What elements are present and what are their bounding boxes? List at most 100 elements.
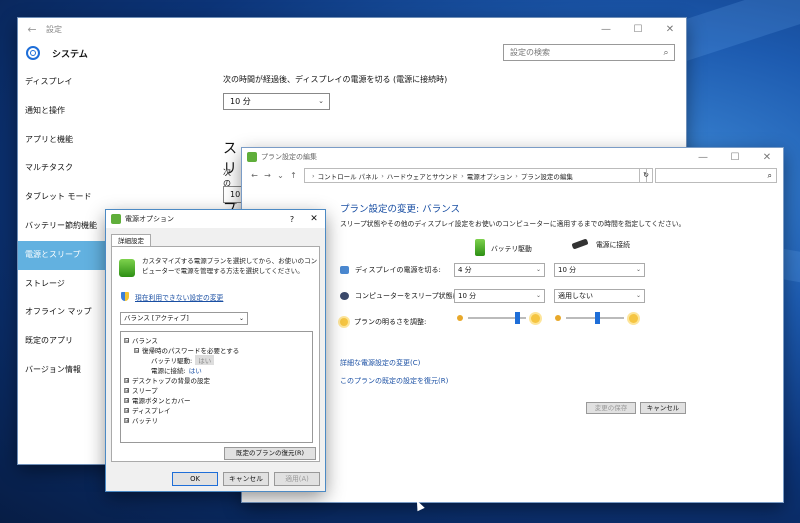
sleep-plugged-dropdown[interactable]: 適用しない ⌄	[554, 289, 645, 303]
brightness-plugged-slider[interactable]	[555, 311, 638, 325]
display-off-battery-dropdown[interactable]: 4 分 ⌄	[454, 263, 545, 277]
display-off-row: ディスプレイの電源を切る:	[340, 265, 441, 275]
settings-search[interactable]: ⌕	[503, 44, 675, 61]
sidebar-item-tablet-mode[interactable]: タブレット モード	[18, 183, 208, 212]
breadcrumb[interactable]: › コントロール パネル › ハードウェアとサウンド › 電源オプション › プ…	[304, 168, 647, 183]
sleep-battery-dropdown[interactable]: 10 分 ⌄	[454, 289, 545, 303]
refresh-icon[interactable]: ↻	[639, 168, 653, 183]
tree-node-label: バランス	[132, 337, 158, 345]
tree-node[interactable]: ⊞ ディスプレイ	[124, 405, 171, 415]
tree-value-link[interactable]: はい	[189, 365, 202, 375]
back-arrow-icon[interactable]: ←	[248, 171, 261, 180]
brightness-battery-slider[interactable]	[457, 311, 540, 325]
expand-icon[interactable]: ⊞	[124, 387, 129, 393]
chevron-down-icon: ⌄	[535, 292, 541, 299]
settings-window-title: 設定	[46, 24, 62, 34]
minimize-icon[interactable]: —	[687, 152, 719, 163]
tree-node-label: 電源ボタンとカバー	[132, 397, 191, 405]
control-panel-search[interactable]: ⌕	[655, 168, 777, 183]
sun-small-icon	[457, 315, 463, 321]
close-icon[interactable]: ✕	[654, 24, 686, 35]
search-input[interactable]	[504, 47, 658, 58]
tree-node[interactable]: ⊟ バランス	[124, 335, 158, 345]
tree-node[interactable]: ⊞ デスクトップの背景の設定	[124, 375, 210, 385]
plan-subtitle: スリープ状態やその他のディスプレイ設定をお使いのコンピューターに適用するまでの時…	[340, 220, 686, 228]
tree-node-label: デスクトップの背景の設定	[132, 377, 210, 385]
screen-off-dropdown[interactable]: 10 分 ⌄	[223, 93, 330, 110]
tree-node[interactable]: ⊞ 電源ボタンとカバー	[124, 395, 191, 405]
sun-large-icon	[531, 313, 540, 323]
minimize-icon[interactable]: —	[590, 24, 622, 35]
slider-track[interactable]	[468, 312, 526, 324]
screen-off-value: 10 分	[230, 97, 251, 106]
search-icon[interactable]: ⌕	[768, 171, 772, 180]
sidebar-item-apps[interactable]: アプリと機能	[18, 126, 208, 155]
plugged-column-label: 電源に接続	[596, 241, 630, 249]
expand-icon[interactable]: ⊞	[124, 407, 129, 413]
tree-node[interactable]: 電源に接続: はい	[151, 365, 202, 375]
chevron-down-icon: ⌄	[635, 292, 641, 299]
power-options-icon	[111, 214, 121, 224]
back-arrow-icon[interactable]: ←	[18, 23, 46, 36]
maximize-icon[interactable]: ☐	[719, 152, 751, 163]
collapse-icon[interactable]: ⊟	[134, 347, 139, 353]
close-icon[interactable]: ✕	[303, 214, 325, 224]
tree-node-label: 復帰時のパスワードを必要とする	[142, 347, 240, 355]
breadcrumb-item[interactable]: プラン設定の編集	[521, 171, 573, 181]
battery-column-header: バッテリ駆動	[475, 239, 532, 256]
expand-icon[interactable]: ⊞	[124, 417, 129, 423]
power-dialog-title: 電源オプション	[125, 215, 174, 223]
chevron-down-icon: ⌄	[535, 266, 541, 273]
screen-off-label: 次の時間が経過後、ディスプレイの電源を切る (電源に接続時)	[223, 75, 448, 84]
collapse-icon[interactable]: ⊟	[124, 337, 129, 343]
advanced-settings-panel: カスタマイズする電源プランを選択してから、お使いのコンピューターで電源を管理する…	[111, 246, 320, 462]
expand-icon[interactable]: ⊞	[124, 377, 129, 383]
chevron-right-icon: ›	[312, 171, 315, 180]
breadcrumb-item[interactable]: コントロール パネル	[318, 171, 379, 181]
plan-titlebar: プラン設定の編集 — ☐ ✕	[242, 148, 783, 166]
slider-thumb[interactable]	[514, 312, 520, 324]
help-icon[interactable]: ?	[281, 215, 303, 224]
chevron-down-icon[interactable]: ⌄	[274, 171, 287, 180]
plan-select-value: バランス [アクティブ]	[124, 314, 189, 322]
restore-default-plan-button[interactable]: 既定のプランの復元(R)	[224, 447, 316, 460]
restore-defaults-link[interactable]: このプランの既定の設定を復元(R)	[340, 376, 448, 386]
maximize-icon[interactable]: ☐	[622, 24, 654, 35]
save-changes-button[interactable]: 変更の保存	[586, 402, 636, 414]
sidebar-item-multitasking[interactable]: マルチタスク	[18, 154, 208, 183]
sidebar-item-notifications[interactable]: 通知と操作	[18, 97, 208, 126]
tree-node[interactable]: ⊞ バッテリ	[124, 415, 158, 425]
plan-cancel-button[interactable]: キャンセル	[640, 402, 686, 414]
expand-icon[interactable]: ⊞	[124, 397, 129, 403]
sidebar-item-display[interactable]: ディスプレイ	[18, 68, 208, 97]
address-bar: ← → ⌄ ↑ › コントロール パネル › ハードウェアとサウンド › 電源オ…	[242, 167, 783, 184]
chevron-right-icon: ›	[461, 171, 464, 180]
apply-button[interactable]: 適用(A)	[274, 472, 320, 486]
ok-button[interactable]: OK	[172, 472, 218, 486]
slider-thumb[interactable]	[595, 312, 601, 324]
search-icon[interactable]: ⌕	[658, 48, 674, 58]
tree-node[interactable]: ⊟ 復帰時のパスワードを必要とする	[134, 345, 239, 355]
close-icon[interactable]: ✕	[751, 152, 783, 163]
plan-select[interactable]: バランス [アクティブ] ⌄	[120, 312, 248, 325]
shield-icon	[121, 292, 129, 301]
display-off-label: ディスプレイの電源を切る:	[355, 266, 441, 274]
tree-node[interactable]: ⊞ スリープ	[124, 385, 158, 395]
up-arrow-icon[interactable]: ↑	[287, 171, 300, 180]
battery-icon	[475, 239, 485, 256]
breadcrumb-item[interactable]: ハードウェアとサウンド	[387, 171, 458, 181]
display-off-plugged-value: 10 分	[558, 266, 577, 274]
chevron-down-icon: ⌄	[635, 266, 641, 273]
advanced-settings-link[interactable]: 詳細な電源設定の変更(C)	[340, 358, 420, 368]
change-unavailable-settings-link[interactable]: 現在利用できない設定の変更	[135, 292, 223, 302]
tree-node-label: バッテリ	[132, 417, 158, 425]
forward-arrow-icon[interactable]: →	[261, 171, 274, 180]
cancel-button[interactable]: キャンセル	[223, 472, 269, 486]
display-off-plugged-dropdown[interactable]: 10 分 ⌄	[554, 263, 645, 277]
slider-track[interactable]	[566, 312, 624, 324]
sun-icon	[340, 318, 348, 326]
breadcrumb-item[interactable]: 電源オプション	[467, 171, 513, 181]
power-description: カスタマイズする電源プランを選択してから、お使いのコンピューターで電源を管理する…	[142, 257, 318, 275]
sun-small-icon	[555, 315, 561, 321]
tree-value: はい	[195, 355, 215, 365]
